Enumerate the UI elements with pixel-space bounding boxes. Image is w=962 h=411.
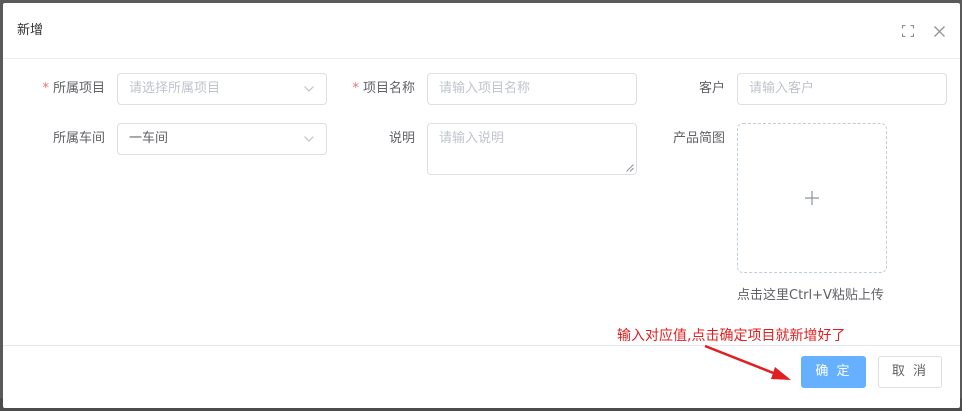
confirm-button[interactable]: 确 定	[801, 356, 866, 388]
workshop-label: 所属车间	[52, 131, 105, 146]
customer-placeholder: 请输入客户	[749, 81, 815, 96]
customer-label: 客户	[698, 81, 725, 96]
description-label: 说明	[388, 131, 415, 146]
project-name-input[interactable]: 请输入项目名称	[427, 73, 637, 105]
plus-icon	[805, 191, 819, 205]
upload-tip: 点击这里Ctrl+V粘贴上传	[737, 288, 884, 303]
project-select-placeholder: 请选择所属项目	[129, 81, 221, 96]
chevron-down-icon	[304, 86, 314, 92]
add-project-dialog: 新增 * 所属项目 请选择所属项目 * 项目名称 请输入项目名称 客户 请输入客户	[3, 3, 960, 408]
required-mark: *	[352, 81, 359, 96]
project-name-placeholder: 请输入项目名称	[439, 81, 531, 96]
project-label: * 所属项目	[42, 81, 105, 96]
product-image-label: 产品简图	[672, 131, 725, 146]
footer-divider	[3, 345, 960, 346]
image-uploader[interactable]	[737, 123, 887, 273]
project-select[interactable]: 请选择所属项目	[117, 73, 327, 105]
required-mark: *	[42, 81, 49, 96]
resize-grip-icon[interactable]	[626, 164, 634, 172]
dialog-header: 新增	[3, 3, 960, 59]
workshop-select[interactable]: 一车间	[117, 123, 327, 155]
description-placeholder: 请输入说明	[439, 131, 505, 146]
project-name-label: * 项目名称	[352, 81, 415, 96]
dialog-title: 新增	[17, 23, 44, 38]
description-textarea[interactable]: 请输入说明	[427, 123, 637, 175]
customer-input[interactable]: 请输入客户	[737, 73, 947, 105]
workshop-select-value: 一车间	[129, 131, 169, 146]
annotation-arrow-icon	[704, 344, 791, 380]
close-icon[interactable]	[929, 21, 949, 41]
fullscreen-icon[interactable]	[898, 21, 918, 41]
chevron-down-icon	[304, 136, 314, 142]
cancel-button[interactable]: 取 消	[878, 356, 942, 388]
